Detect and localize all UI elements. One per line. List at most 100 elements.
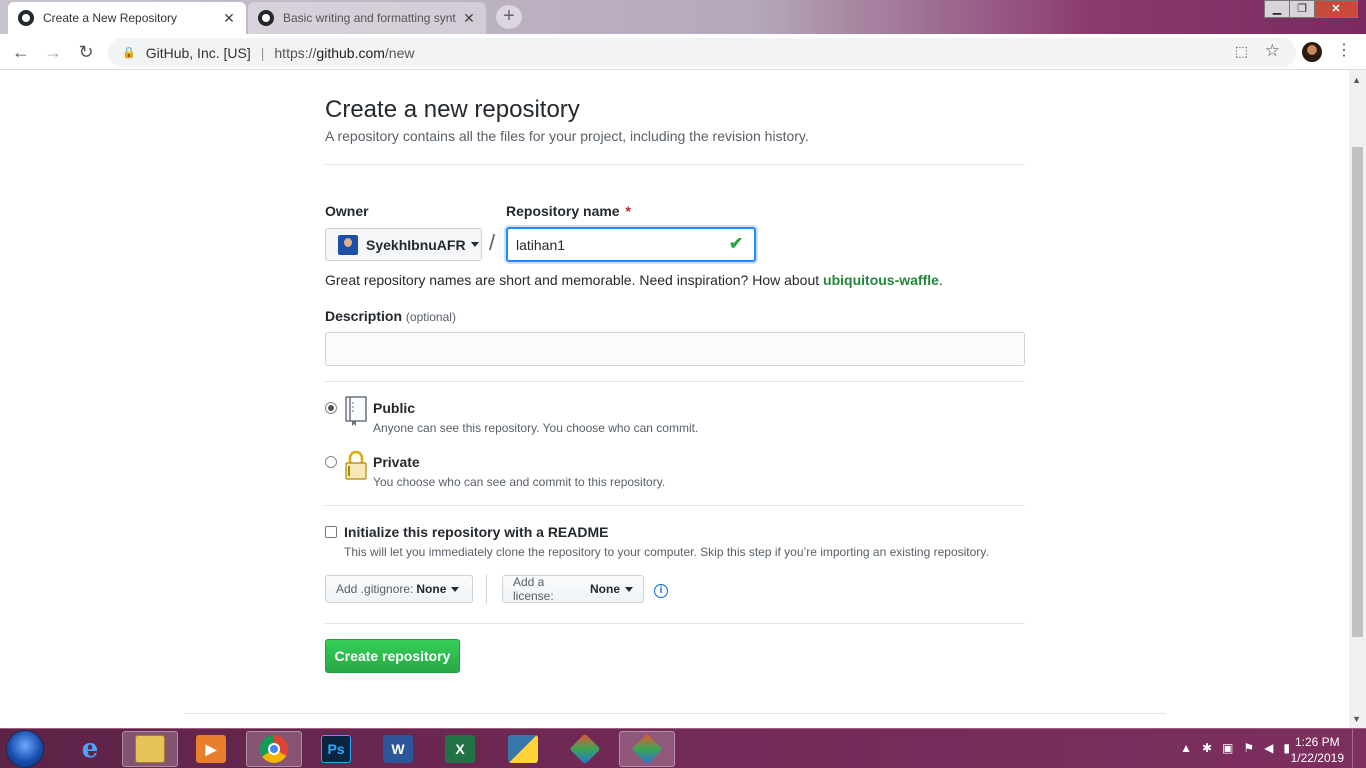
taskbar-clock[interactable]: 1:26 PM 1/22/2019 <box>1291 734 1344 766</box>
caret-down-icon <box>451 586 460 592</box>
github-icon <box>258 10 274 26</box>
repo-name-input[interactable] <box>506 227 756 262</box>
url-host: github.com <box>316 44 385 61</box>
repo-name-label: Repository name * <box>506 203 631 219</box>
python-icon[interactable] <box>495 731 551 767</box>
divider <box>325 381 1025 382</box>
divider <box>325 505 1025 506</box>
owner-label: Owner <box>325 203 369 219</box>
readme-checkbox[interactable] <box>325 526 337 538</box>
github-icon <box>18 10 34 26</box>
chrome-icon[interactable] <box>246 731 302 767</box>
hint-text: Great repository names are short and mem… <box>325 272 824 288</box>
owner-name: SyekhIbnuAFR <box>366 236 466 253</box>
license-dropdown[interactable]: Add a license: None <box>502 575 644 603</box>
scroll-down-arrow-icon[interactable]: ▼ <box>1352 714 1361 724</box>
maximize-button[interactable]: ❐ <box>1289 0 1315 18</box>
clock-time: 1:26 PM <box>1294 735 1340 749</box>
info-icon[interactable]: i <box>654 584 668 598</box>
owner-dropdown[interactable]: SyekhIbnuAFR <box>325 228 482 261</box>
public-radio[interactable] <box>325 402 337 414</box>
tab-create-repository[interactable]: Create a New Repository ✕ <box>8 2 246 34</box>
gitignore-value: None <box>416 582 447 596</box>
caret-down-icon <box>625 586 633 592</box>
readme-title: Initialize this repository with a README <box>344 524 609 540</box>
lock-icon <box>345 450 367 480</box>
word-icon[interactable]: W <box>370 731 426 767</box>
divider <box>325 164 1025 165</box>
internet-explorer-icon[interactable]: e <box>62 731 118 767</box>
window-controls: ▁ ❐ ✕ <box>1264 0 1358 18</box>
gitignore-dropdown[interactable]: Add .gitignore: None <box>325 575 473 603</box>
media-player-icon[interactable]: ▶ <box>183 731 239 767</box>
show-hidden-icons-icon[interactable]: ▲ <box>1180 741 1192 755</box>
description-label: Description (optional) <box>325 308 456 324</box>
owner-avatar <box>338 234 358 255</box>
private-title: Private <box>373 454 420 470</box>
tab-title: Create a New Repository <box>43 11 178 25</box>
omnibox-divider: | <box>260 44 265 61</box>
clock-date: 1/22/2019 <box>1290 751 1344 765</box>
back-button[interactable]: ← <box>8 40 34 64</box>
start-button[interactable] <box>6 730 44 768</box>
divider <box>325 623 1025 624</box>
translate-icon[interactable]: ⬚ <box>1235 43 1248 60</box>
browser-titlebar: Create a New Repository ✕ Basic writing … <box>0 0 1366 34</box>
bluetooth-icon[interactable]: ✱ <box>1202 741 1212 755</box>
url-path: /new <box>384 44 415 61</box>
create-repository-button[interactable]: Create repository <box>325 639 460 673</box>
required-asterisk: * <box>625 203 631 219</box>
volume-icon[interactable]: ◀ <box>1264 741 1273 755</box>
tab-close-icon[interactable]: ✕ <box>222 10 236 27</box>
url-scheme: https:// <box>274 44 317 61</box>
file-explorer-icon[interactable] <box>122 731 178 767</box>
action-center-flag-icon[interactable]: ⚑ <box>1243 741 1254 755</box>
tab-close-icon[interactable]: ✕ <box>462 10 476 27</box>
star-icon[interactable]: ☆ <box>1265 41 1280 61</box>
photoshop-icon[interactable]: Ps <box>308 731 364 767</box>
system-tray: ▲ ✱ ▣ ⚑ ◀ ▮ <box>1180 741 1290 755</box>
reload-button[interactable]: ↻ <box>73 40 99 64</box>
name-hint: Great repository names are short and mem… <box>325 272 943 288</box>
tab-title: Basic writing and formatting synt <box>283 11 456 25</box>
dropdown-divider <box>486 574 487 604</box>
scrollbar-thumb[interactable] <box>1352 147 1363 637</box>
windows-taskbar: e ▶ Ps W X ▲ ✱ ▣ ⚑ ◀ ▮ 1:26 PM 1/22/2019 <box>0 728 1366 768</box>
check-icon: ✔ <box>729 234 744 253</box>
public-title: Public <box>373 400 416 416</box>
site-identity: GitHub, Inc. [US] <box>145 44 251 61</box>
minimize-button[interactable]: ▁ <box>1264 0 1290 18</box>
private-radio[interactable] <box>325 456 337 468</box>
tab-basic-writing[interactable]: Basic writing and formatting synt ✕ <box>248 2 486 34</box>
description-input[interactable] <box>325 332 1025 366</box>
address-bar[interactable]: 🔒 GitHub, Inc. [US] | https://github.com… <box>108 38 1296 67</box>
lock-icon: 🔒 <box>122 47 136 59</box>
excel-icon[interactable]: X <box>432 731 488 767</box>
name-suggestion-link[interactable]: ubiquitous-waffle <box>823 272 939 288</box>
network-signal-icon[interactable]: ▮ <box>1283 741 1290 755</box>
caret-down-icon <box>470 242 479 247</box>
forward-button[interactable]: → <box>40 40 66 64</box>
optional-note: (optional) <box>405 310 456 324</box>
public-desc: Anyone can see this repository. You choo… <box>373 421 699 435</box>
git-gui-icon[interactable] <box>619 731 675 767</box>
gitignore-label: Add .gitignore: <box>336 582 414 596</box>
page-subtitle: A repository contains all the files for … <box>325 128 809 144</box>
readme-desc: This will let you immediately clone the … <box>344 545 989 559</box>
hint-suffix: . <box>938 272 943 288</box>
show-desktop-button[interactable] <box>1352 729 1366 768</box>
browser-toolbar: ← → ↻ 🔒 GitHub, Inc. [US] | https://gith… <box>0 34 1366 70</box>
description-label-text: Description <box>325 308 403 324</box>
window-close-button[interactable]: ✕ <box>1314 0 1358 18</box>
new-tab-button[interactable]: + <box>496 5 522 29</box>
kebab-menu-icon[interactable]: ⋮ <box>1336 40 1352 60</box>
license-label: Add a license: <box>513 575 554 603</box>
page-title: Create a new repository <box>325 96 580 123</box>
profile-avatar[interactable] <box>1302 42 1322 62</box>
git-icon[interactable] <box>557 731 613 767</box>
scroll-up-arrow-icon[interactable]: ▲ <box>1352 75 1361 85</box>
private-desc: You choose who can see and commit to thi… <box>373 475 666 489</box>
usb-device-icon[interactable]: ▣ <box>1222 741 1233 755</box>
repo-name-label-text: Repository name <box>506 203 620 219</box>
footer-divider <box>185 713 1166 714</box>
